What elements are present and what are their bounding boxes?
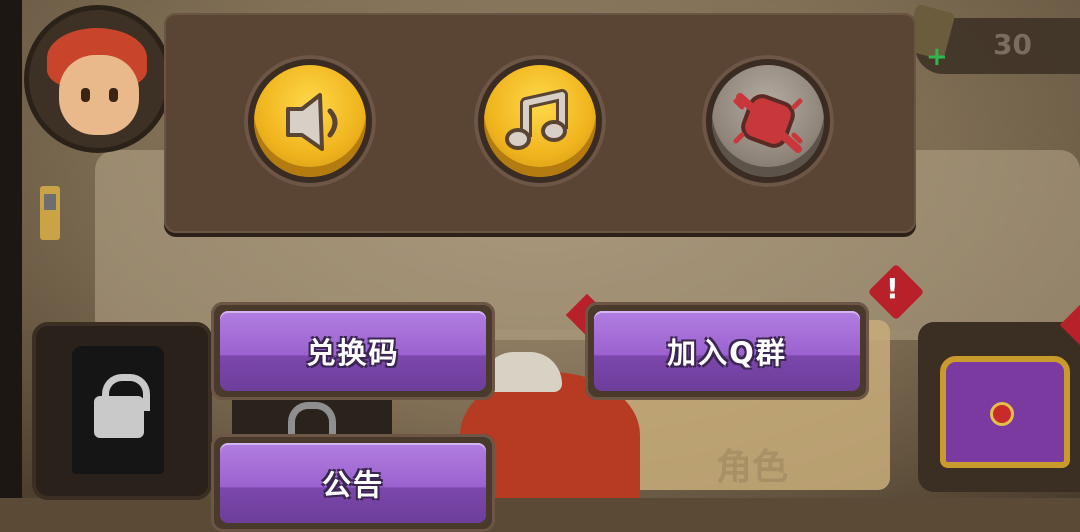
treasure-chest-icon — [940, 356, 1070, 468]
locked-slot[interactable] — [32, 322, 212, 500]
join-qq-group-label: 加入Q群 — [667, 336, 787, 370]
side-badge-icon[interactable] — [40, 186, 60, 240]
player-avatar[interactable] — [24, 5, 172, 153]
chest-gem — [990, 402, 1014, 426]
announcement-button[interactable]: 公告 — [211, 434, 495, 532]
music-toggle-button[interactable] — [474, 55, 606, 187]
avatar-eye — [109, 88, 118, 102]
left-edge — [0, 0, 22, 498]
add-currency-icon[interactable]: + — [926, 44, 948, 70]
avatar-eye — [81, 88, 90, 102]
redeem-code-label: 兑换码 — [306, 336, 400, 370]
lock-icon — [94, 396, 144, 438]
role-label: 角色 — [716, 447, 789, 488]
exclamation-icon: ! — [886, 272, 899, 305]
settings-popup — [164, 13, 916, 233]
avatar-face — [59, 55, 139, 135]
currency-value: 30 — [993, 28, 1032, 61]
redeem-code-button[interactable]: 兑换码 — [211, 302, 495, 400]
badge-window — [44, 194, 56, 210]
vibration-off-icon — [733, 93, 803, 153]
join-qq-group-button[interactable]: 加入Q群 — [585, 302, 869, 400]
vibration-toggle-button[interactable] — [702, 55, 834, 187]
speaker-icon — [286, 93, 338, 151]
sound-toggle-button[interactable] — [244, 55, 376, 187]
music-note-icon — [505, 89, 568, 150]
treasure-slot[interactable] — [918, 322, 1080, 492]
